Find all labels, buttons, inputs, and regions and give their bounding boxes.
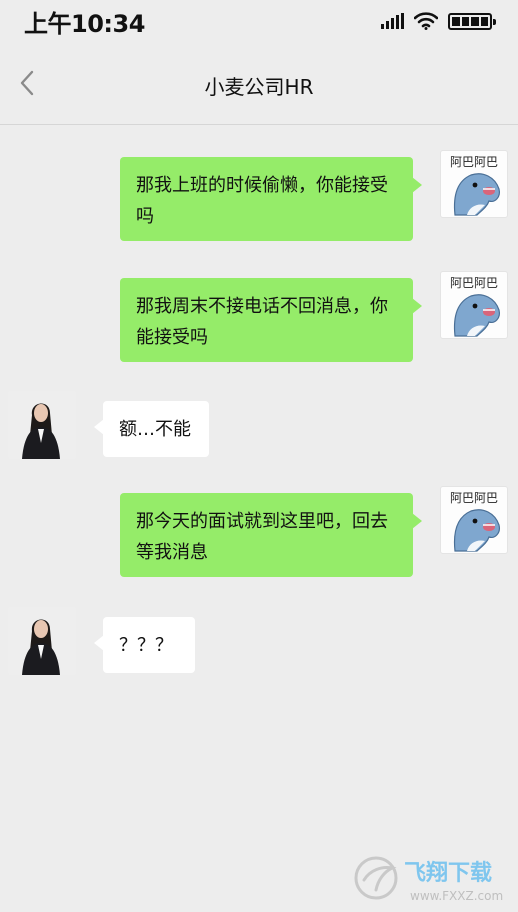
message-bubble-self[interactable]: 那今天的面试就到这里吧，回去等我消息 (120, 493, 422, 577)
status-time: 上午10:34 (24, 10, 145, 38)
sticker-caption: 阿巴阿巴 (450, 276, 498, 290)
watermark-logo-icon: 飞翔下载 www.FXXZ.com (354, 856, 503, 903)
contact-avatar[interactable] (8, 607, 76, 675)
sticker-avatar[interactable]: 阿巴阿巴 (440, 271, 508, 339)
sticker-caption: 阿巴阿巴 (450, 491, 498, 505)
message-bubble-other[interactable]: ？？？ (94, 617, 195, 673)
sticker-avatar[interactable]: 阿巴阿巴 (440, 150, 508, 218)
person-icon (8, 607, 76, 675)
wifi-icon (414, 12, 438, 30)
chat-header: 小麦公司HR (0, 44, 518, 125)
message-bubble-other[interactable]: 额…不能 (94, 401, 209, 457)
sticker-caption: 阿巴阿巴 (450, 155, 498, 169)
message-list: 那我上班的时候偷懒，你能接受吗 阿巴阿巴 那我周末不接电话不回消息，你能接受吗 … (0, 125, 518, 912)
contact-avatar[interactable] (8, 391, 76, 459)
sticker-icon: 阿巴阿巴 (450, 491, 500, 552)
watermark-url: www.FXXZ.com (410, 889, 503, 903)
person-icon (8, 391, 76, 459)
sticker-avatar[interactable]: 阿巴阿巴 (440, 486, 508, 554)
chat-title: 小麦公司HR (204, 75, 314, 99)
message-bubble-self[interactable]: 那我周末不接电话不回消息，你能接受吗 (120, 278, 422, 362)
status-bar: 上午10:34 (0, 0, 518, 44)
battery-icon (448, 12, 496, 30)
watermark-brand: 飞翔下载 (404, 860, 492, 886)
sticker-icon: 阿巴阿巴 (450, 155, 500, 216)
status-icons (381, 11, 496, 31)
sticker-icon: 阿巴阿巴 (450, 276, 500, 337)
watermark: 飞翔下载 www.FXXZ.com (352, 850, 512, 906)
message-bubble-self[interactable]: 那我上班的时候偷懒，你能接受吗 (120, 157, 422, 241)
signal-icon (381, 13, 404, 29)
